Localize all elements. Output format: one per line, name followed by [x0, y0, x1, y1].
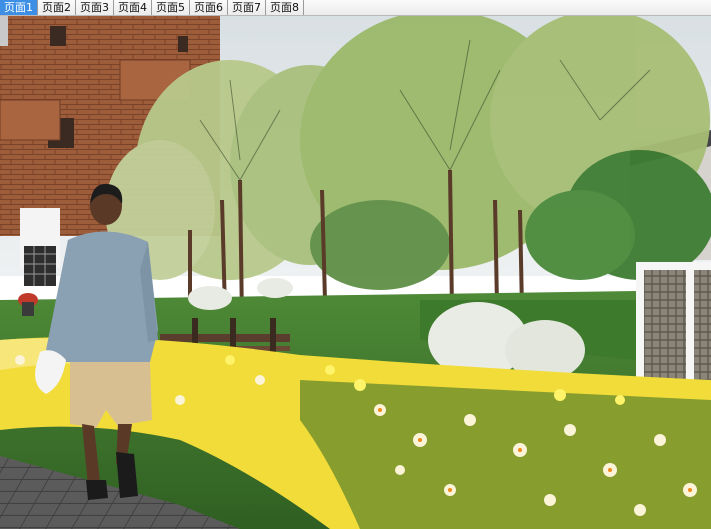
- model-viewport[interactable]: [0, 16, 711, 529]
- tab-page-8[interactable]: 页面8: [266, 0, 304, 15]
- tab-page-1[interactable]: 页面1: [0, 0, 38, 15]
- garden-render: [0, 16, 711, 529]
- tab-page-6[interactable]: 页面6: [190, 0, 228, 15]
- scene-tab-bar: 页面1 页面2 页面3 页面4 页面5 页面6 页面7 页面8: [0, 0, 711, 16]
- tab-page-2[interactable]: 页面2: [38, 0, 76, 15]
- tab-page-7[interactable]: 页面7: [228, 0, 266, 15]
- tab-page-5[interactable]: 页面5: [152, 0, 190, 15]
- tab-page-3[interactable]: 页面3: [76, 0, 114, 15]
- tab-page-4[interactable]: 页面4: [114, 0, 152, 15]
- lattice-pillar: [636, 262, 711, 388]
